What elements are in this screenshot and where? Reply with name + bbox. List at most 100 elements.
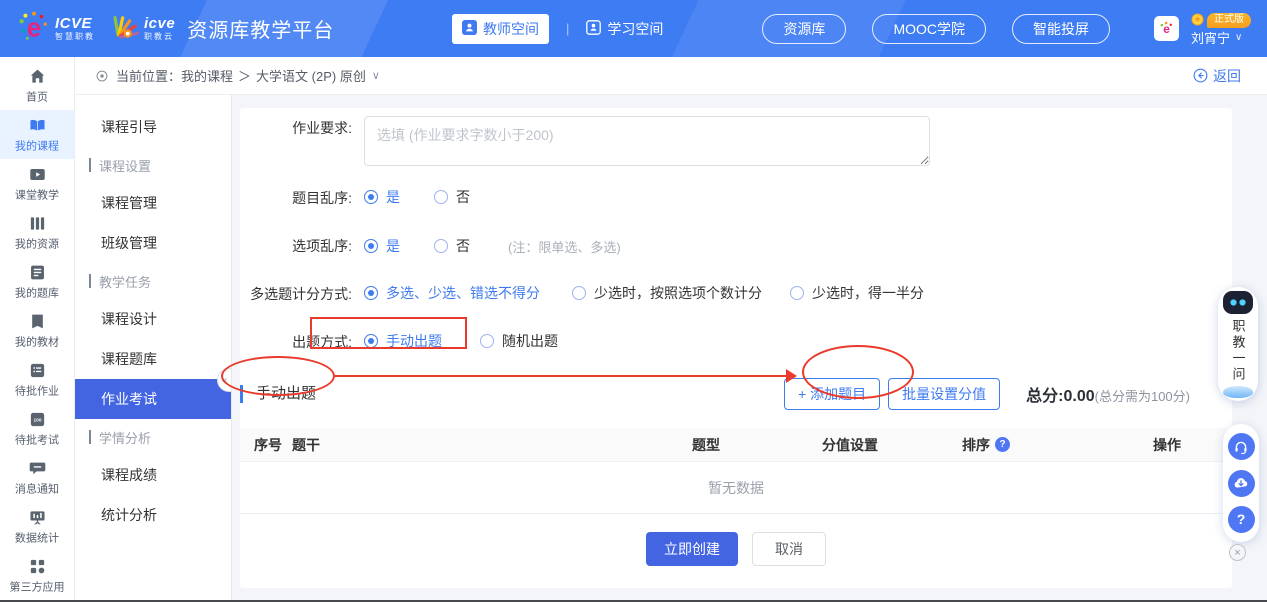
course-menu-item-course-design[interactable]: 课程设计 [75, 299, 231, 339]
table-header-row: 序号 题干 题型 分值设置 排序 ? 操作 [240, 428, 1232, 462]
course-menu-item-course-management[interactable]: 课程管理 [75, 183, 231, 223]
customer-service-icon[interactable] [1228, 433, 1255, 460]
smart-screencast-button[interactable]: 智能投屏 [1012, 14, 1110, 44]
course-menu-section-learning-analysis: 学情分析 [75, 419, 231, 455]
radio-shuffle-options-no[interactable]: 否 [434, 236, 470, 256]
sidebar-item-pending-homework[interactable]: 待批作业 [0, 355, 74, 404]
help-icon[interactable]: ? [1228, 506, 1255, 533]
assistant-widget[interactable]: 职教一问 [1218, 287, 1258, 401]
course-menu-item-course-grades[interactable]: 课程成绩 [75, 455, 231, 495]
medal-icon [1191, 13, 1204, 28]
radio-dot-icon [480, 334, 494, 348]
radio-shuffle-questions-no[interactable]: 否 [434, 187, 470, 207]
video-play-icon [28, 165, 47, 184]
floating-toolbar: ? [1223, 424, 1259, 542]
sidebar-item-classroom-teaching[interactable]: 课堂教学 [0, 159, 74, 208]
help-icon[interactable]: ? [995, 437, 1010, 452]
course-menu-item-statistical-analysis[interactable]: 统计分析 [75, 495, 231, 535]
shuffle-options-label: 选项乱序: [240, 234, 352, 256]
top-header: e ICVE智慧职教 [0, 0, 1267, 57]
breadcrumb-bar: 当前位置： 我的课程 ＞ 大学语文 (2P) 原创 ∨ 返回 [75, 57, 1267, 95]
resource-library-button[interactable]: 资源库 [762, 14, 846, 44]
col-index: 序号 [240, 435, 292, 455]
breadcrumb-my-courses[interactable]: 我的课程 [181, 66, 233, 85]
question-bank-icon [28, 263, 47, 282]
course-menu-item-class-management[interactable]: 班级管理 [75, 223, 231, 263]
method-label: 出题方式: [240, 330, 352, 352]
chevron-down-icon: ∨ [1235, 33, 1242, 43]
primary-logo-text: ICVE智慧职教 [55, 16, 95, 41]
radio-dot-icon [364, 190, 378, 204]
requirement-label: 作业要求: [240, 116, 352, 138]
icve-fan-logo [109, 11, 139, 46]
sidebar-item-home[interactable]: 首页 [0, 61, 74, 110]
header-actions: 资源库 MOOC学院 智能投屏 e 正式版 刘宵宁 ∨ [736, 13, 1251, 45]
sidebar-item-third-party-apps[interactable]: 第三方应用 [0, 551, 74, 600]
add-question-button[interactable]: + 添加题目 [784, 378, 880, 410]
brand: e ICVE智慧职教 [16, 10, 334, 47]
message-bubble-icon [28, 459, 47, 478]
svg-text:e: e [1163, 22, 1170, 36]
course-menu: 课程引导 课程设置 课程管理 班级管理 教学任务 课程设计 课程题库 作业考试 … [75, 95, 232, 602]
manual-section-title: 手动出题 [240, 385, 316, 403]
create-now-button[interactable]: 立即创建 [646, 532, 738, 566]
radio-scoring-per-option[interactable]: 少选时，按照选项个数计分 [572, 283, 762, 303]
radio-scoring-half[interactable]: 少选时，得一半分 [790, 283, 924, 303]
course-menu-item-homework-exam[interactable]: 作业考试 [75, 379, 231, 419]
bookshelf-icon [28, 214, 47, 233]
shuffle-options-note: (注：限单选、多选) [508, 235, 621, 256]
course-menu-item-guide[interactable]: 课程引导 [75, 107, 231, 147]
radio-dot-icon [364, 286, 378, 300]
mooc-college-button[interactable]: MOOC学院 [872, 14, 986, 44]
col-actions: 操作 [1102, 435, 1232, 455]
sidebar-item-pending-exams[interactable]: 100 待批考试 [0, 404, 74, 453]
location-pin-icon [95, 69, 109, 83]
space-switcher: 教师空间 | 学习空间 [452, 0, 663, 57]
learning-space-tab[interactable]: 学习空间 [586, 14, 663, 44]
primary-sidebar: 首页 我的课程 课堂教学 我的资源 我的题库 我的教材 [0, 57, 75, 602]
statistics-board-icon [28, 508, 47, 527]
teacher-space-tab[interactable]: 教师空间 [452, 14, 549, 44]
icve-app-icon[interactable]: e [1154, 16, 1179, 41]
sidebar-item-my-textbooks[interactable]: 我的教材 [0, 306, 74, 355]
app-grid-icon [28, 557, 47, 576]
workspace: 作业要求: 题目乱序: 是 否 选项乱序: [232, 95, 1267, 602]
textbook-icon [28, 312, 47, 331]
cloud-download-icon[interactable] [1228, 470, 1255, 497]
col-score: 分值设置 [822, 435, 962, 455]
teacher-monitor-icon [462, 20, 477, 38]
assistant-label: 职教一问 [1229, 319, 1248, 383]
assignment-settings-card: 作业要求: 题目乱序: 是 否 选项乱序: [240, 108, 1232, 588]
radio-shuffle-questions-yes[interactable]: 是 [364, 187, 400, 207]
course-menu-item-course-question-bank[interactable]: 课程题库 [75, 339, 231, 379]
col-type: 题型 [692, 435, 822, 455]
sidebar-item-notifications[interactable]: 消息通知 [0, 453, 74, 502]
radio-dot-icon [434, 190, 448, 204]
sidebar-item-my-resources[interactable]: 我的资源 [0, 208, 74, 257]
radio-shuffle-options-yes[interactable]: 是 [364, 236, 400, 256]
sidebar-item-data-statistics[interactable]: 数据统计 [0, 502, 74, 551]
radio-method-random[interactable]: 随机出题 [480, 331, 558, 351]
manual-section-toolbar: 手动出题 + 添加题目 批量设置分值 总分:0.00(总分需为100分) [240, 378, 1232, 410]
radio-scoring-strict[interactable]: 多选、少选、错选不得分 [364, 283, 540, 303]
breadcrumb-course[interactable]: 大学语文 (2P) 原创 [256, 66, 366, 85]
edition-badge: 正式版 [1207, 13, 1251, 28]
wave-decoration [1223, 386, 1253, 398]
icve-flower-logo: e [16, 10, 50, 47]
col-sort: 排序 ? [962, 435, 1102, 455]
form-actions: 立即创建 取消 [240, 532, 1232, 566]
radio-dot-icon [364, 239, 378, 253]
user-menu[interactable]: 正式版 刘宵宁 ∨ [1191, 13, 1251, 45]
radio-method-manual[interactable]: 手动出题 [364, 331, 442, 351]
requirement-textarea[interactable] [364, 116, 930, 166]
breadcrumb-separator: ＞ [238, 66, 251, 85]
course-dropdown-caret-icon[interactable]: ∨ [372, 69, 380, 82]
cancel-button[interactable]: 取消 [752, 532, 826, 566]
app-window: e ICVE智慧职教 [0, 0, 1267, 602]
sidebar-item-my-question-bank[interactable]: 我的题库 [0, 257, 74, 306]
batch-set-score-button[interactable]: 批量设置分值 [888, 378, 1000, 410]
close-icon[interactable]: × [1229, 544, 1246, 561]
user-name: 刘宵宁 [1191, 32, 1230, 45]
back-button[interactable]: 返回 [1193, 66, 1241, 86]
sidebar-item-my-courses[interactable]: 我的课程 [0, 110, 74, 159]
